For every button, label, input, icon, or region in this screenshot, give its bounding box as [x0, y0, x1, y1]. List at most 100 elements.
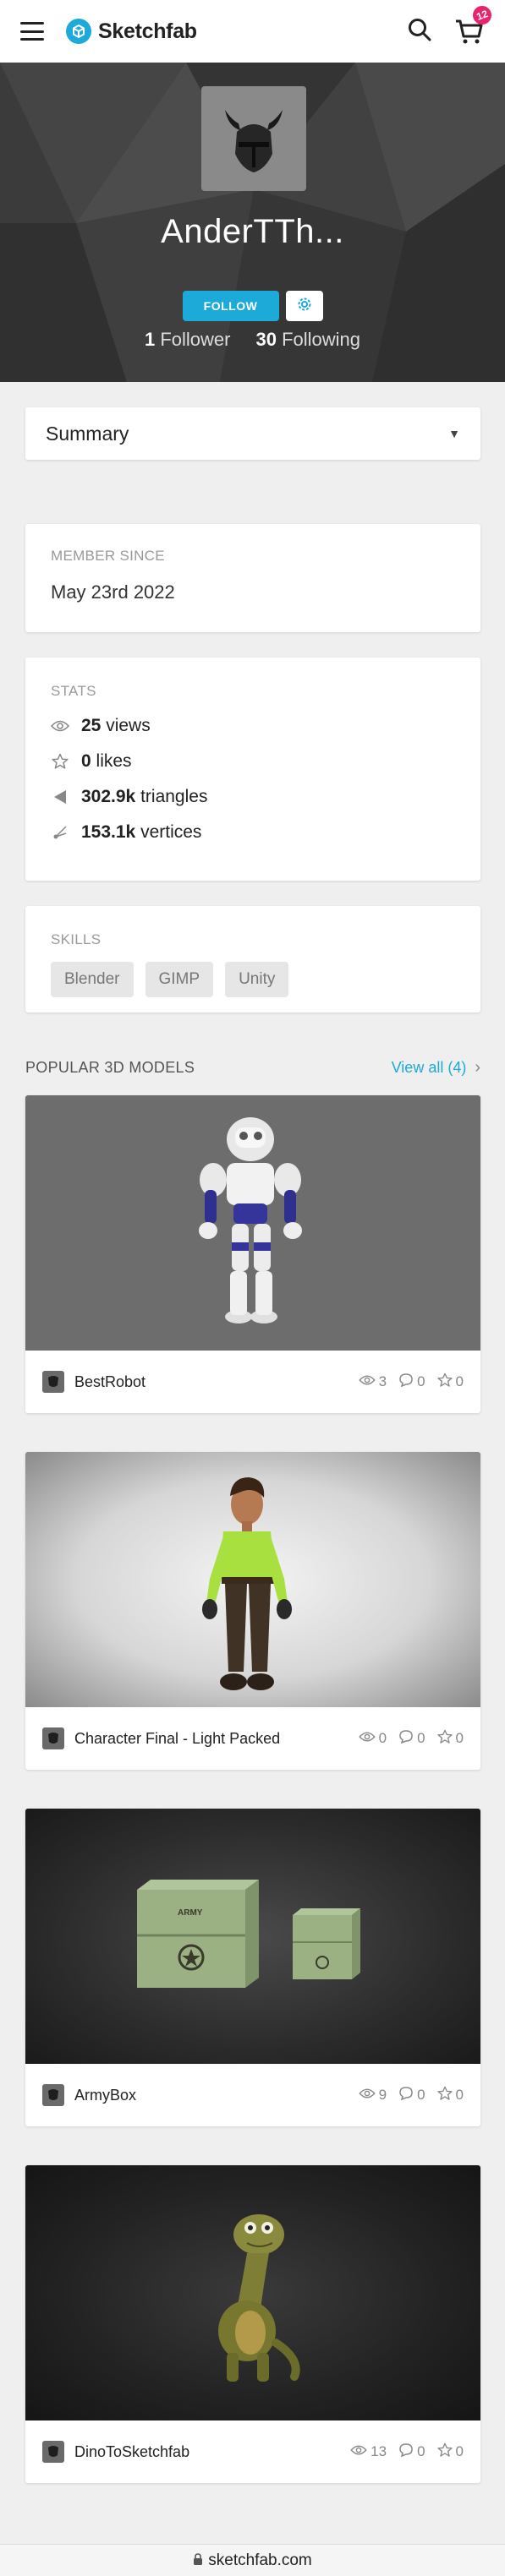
stat-views-value: 25 [81, 716, 102, 735]
sketchfab-logo-icon [66, 19, 91, 44]
followers-stat[interactable]: 1 Follower [145, 329, 231, 351]
skills-label: SKILLS [51, 931, 102, 947]
view-all-label: View all (4) [391, 1059, 467, 1076]
model-views: 3 [358, 1373, 387, 1392]
brand-name: Sketchfab [98, 19, 197, 43]
model-comments-count: 0 [417, 2443, 425, 2459]
model-views-count: 0 [378, 1730, 387, 1746]
comment-icon [398, 1373, 414, 1392]
skill-tag[interactable]: Unity [225, 962, 289, 997]
model-views-count: 9 [378, 2087, 387, 2103]
profile-banner: AnderTTh... FOLLOW 1 Follower 30 Followi… [0, 63, 505, 382]
model-card[interactable]: BestRobot 3 0 0 [25, 1095, 480, 1413]
model-comments: 0 [398, 2086, 425, 2105]
svg-text:ARMY: ARMY [178, 1908, 203, 1918]
stat-vertices: 153.1k vertices [51, 822, 455, 842]
model-likes[interactable]: 0 [436, 2086, 464, 2105]
owner-avatar[interactable] [42, 1371, 64, 1393]
vertex-icon [51, 823, 69, 842]
skill-tag[interactable]: GIMP [145, 962, 214, 997]
model-views-count: 3 [378, 1373, 387, 1389]
model-views: 13 [350, 2442, 387, 2462]
stat-views-unit: views [106, 716, 151, 735]
model-views: 9 [358, 2086, 387, 2105]
model-thumbnail[interactable] [25, 1452, 480, 1707]
model-thumbnail[interactable] [25, 1095, 480, 1351]
eye-icon [358, 2087, 376, 2104]
model-name[interactable]: DinoToSketchfab [74, 2443, 189, 2461]
stat-triangles-value: 302.9k [81, 787, 136, 806]
search-icon[interactable] [407, 17, 432, 46]
following-stat[interactable]: 30 Following [255, 329, 360, 351]
profile-username: AnderTTh... [161, 213, 344, 250]
eye-icon [358, 1730, 376, 1747]
model-likes-count: 0 [455, 1730, 464, 1746]
star-icon [436, 1729, 453, 1749]
model-card[interactable]: ARMY ArmyBox 9 0 0 [25, 1809, 480, 2126]
settings-button[interactable] [285, 291, 323, 321]
stat-vertices-unit: vertices [140, 822, 202, 842]
menu-icon[interactable] [20, 22, 44, 41]
url-text: sketchfab.com [208, 2551, 312, 2569]
eye-icon [350, 2443, 367, 2460]
brand[interactable]: Sketchfab [66, 19, 197, 44]
owner-avatar[interactable] [42, 2084, 64, 2106]
stat-likes-value: 0 [81, 751, 91, 771]
stat-likes-unit: likes [96, 751, 132, 771]
model-comments-count: 0 [417, 1730, 425, 1746]
view-all-link[interactable]: View all (4) › [392, 1058, 480, 1078]
model-views: 0 [358, 1729, 387, 1749]
skills-card: SKILLS Blender GIMP Unity [25, 906, 480, 1012]
model-comments-count: 0 [417, 1373, 425, 1389]
model-card[interactable]: DinoToSketchfab 13 0 0 [25, 2165, 480, 2483]
model-card[interactable]: Character Final - Light Packed 0 0 0 [25, 1452, 480, 1770]
comment-icon [398, 2442, 414, 2462]
model-thumbnail[interactable]: ARMY [25, 1809, 480, 2064]
owner-avatar[interactable] [42, 2441, 64, 2463]
chevron-right-icon: › [475, 1058, 480, 1077]
followers-count: 1 [144, 329, 156, 350]
popular-models-header: POPULAR 3D MODELS View all (4) › [25, 1058, 480, 1078]
model-thumbnail[interactable] [25, 2165, 480, 2420]
cart-icon[interactable]: 12 [454, 3, 495, 46]
star-icon [436, 1373, 453, 1392]
model-comments: 0 [398, 2442, 425, 2462]
stats-label: STATS [51, 683, 96, 699]
followers-label: Follower [160, 329, 231, 350]
gear-icon [295, 295, 314, 318]
star-icon [436, 2086, 453, 2105]
comment-icon [398, 1729, 414, 1749]
follow-button[interactable]: FOLLOW [182, 291, 279, 321]
model-likes[interactable]: 0 [436, 2442, 464, 2462]
lock-icon [193, 2551, 203, 2570]
section-select[interactable]: Summary ▼ [25, 407, 480, 460]
eye-icon [51, 717, 69, 735]
profile-avatar[interactable] [201, 86, 306, 191]
member-since-label: MEMBER SINCE [51, 548, 165, 564]
popular-models-title: POPULAR 3D MODELS [25, 1059, 195, 1076]
skill-tag[interactable]: Blender [51, 962, 134, 997]
model-comments: 0 [398, 1729, 425, 1749]
browser-url-bar[interactable]: sketchfab.com [0, 2544, 505, 2576]
chevron-down-icon: ▼ [448, 427, 460, 440]
model-likes[interactable]: 0 [436, 1373, 464, 1392]
model-views-count: 13 [371, 2443, 387, 2459]
model-likes-count: 0 [455, 1373, 464, 1389]
stats-card: STATS 25 views 0 likes 302.9k triangles … [25, 658, 480, 881]
top-nav-bar: Sketchfab 12 [0, 0, 505, 63]
stat-triangles: 302.9k triangles [51, 787, 455, 806]
model-comments-count: 0 [417, 2087, 425, 2103]
triangle-icon [51, 788, 69, 806]
member-since-card: MEMBER SINCE May 23rd 2022 [25, 524, 480, 632]
stat-triangles-unit: triangles [140, 787, 208, 806]
stat-vertices-value: 153.1k [81, 822, 136, 842]
model-likes[interactable]: 0 [436, 1729, 464, 1749]
owner-avatar[interactable] [42, 1727, 64, 1749]
model-name[interactable]: BestRobot [74, 1373, 145, 1391]
model-name[interactable]: ArmyBox [74, 2087, 136, 2104]
model-comments: 0 [398, 1373, 425, 1392]
stat-likes: 0 likes [51, 751, 455, 771]
model-name[interactable]: Character Final - Light Packed [74, 1730, 280, 1748]
eye-icon [358, 1373, 376, 1390]
stat-views: 25 views [51, 716, 455, 735]
